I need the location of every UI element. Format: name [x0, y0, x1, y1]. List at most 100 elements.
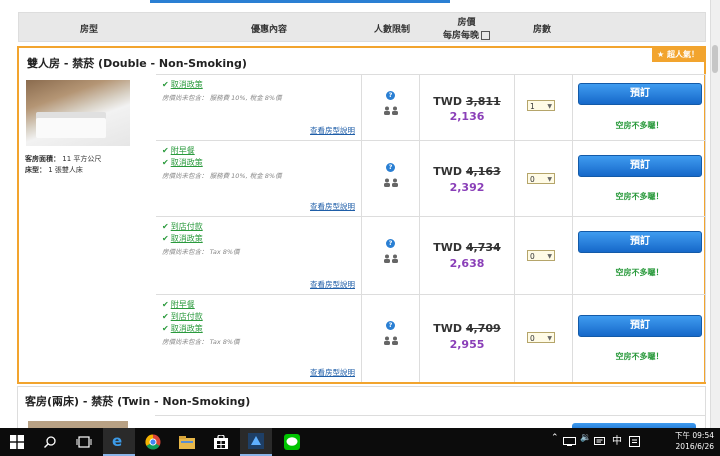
rate-row-4: 附早餐 到店付款 取消政策 房價尚未包含： Tax 8%價 查看房型說明 ? T…: [156, 294, 706, 382]
rate-occupancy: ?: [362, 141, 420, 216]
two-people-icon: [384, 336, 398, 345]
help-icon[interactable]: ?: [386, 321, 395, 330]
store-taskbar-button[interactable]: [205, 428, 237, 456]
cancellation-policy-link[interactable]: 取消政策: [162, 233, 355, 245]
room-details-link[interactable]: 查看房型說明: [310, 279, 355, 290]
pay-at-hotel-link[interactable]: 到店付款: [162, 221, 355, 233]
room-block-twin: 客房(兩床) - 禁菸 (Twin - Non-Smoking): [17, 386, 706, 428]
room-quantity-select[interactable]: 0 ▼: [527, 250, 555, 261]
header-occupancy: 人數限制: [373, 25, 410, 35]
rate-quantity: 1 ▼: [515, 75, 573, 140]
tax-note: 房價尚未包含： 服務費 10%, 稅金 8%價: [162, 172, 282, 180]
room-photo[interactable]: [28, 421, 128, 428]
breakfast-included-link[interactable]: 附早餐: [162, 299, 355, 311]
rate-row-3: 到店付款 取消政策 房價尚未包含： Tax 8%價 查看房型說明 ? TWD 4…: [156, 216, 706, 294]
help-icon[interactable]: ?: [386, 91, 395, 100]
task-view-icon: [76, 436, 92, 448]
pay-at-hotel-link[interactable]: 到店付款: [162, 311, 355, 323]
discounted-price: 2,136: [449, 110, 485, 123]
rate-occupancy: ?: [362, 295, 420, 382]
volume-icon[interactable]: 🔉: [580, 433, 591, 443]
header-rooms: 房數: [532, 25, 551, 35]
app-taskbar-button[interactable]: [240, 428, 272, 456]
room-details-link[interactable]: 查看房型說明: [310, 201, 355, 212]
room-title: 客房(兩床) - 禁菸 (Twin - Non-Smoking): [25, 395, 251, 408]
availability-note: 空房不多囉！: [615, 352, 664, 361]
rate-booking: 預訂 空房不多囉！: [573, 141, 706, 216]
windows-icon: [10, 435, 24, 449]
header-price: 房價 每房每晚: [419, 15, 514, 41]
rate-occupancy: ?: [362, 217, 420, 294]
action-center-icon[interactable]: [629, 436, 640, 447]
rate-quantity: 0 ▼: [515, 217, 573, 294]
room-quantity-select[interactable]: 1 ▼: [527, 100, 555, 111]
availability-note: 空房不多囉！: [615, 121, 664, 130]
rate-benefits: 附早餐 取消政策 房價尚未包含： 服務費 10%, 稅金 8%價 查看房型說明: [156, 141, 362, 216]
help-icon[interactable]: ?: [386, 239, 395, 248]
header-price-line1: 房價: [457, 18, 476, 28]
room-info: 客房面積： 11 平方公尺 床型： 1 張雙人床: [25, 154, 101, 176]
rate-quantity: 0 ▼: [515, 141, 573, 216]
clock-time: 下午 09:54: [675, 431, 714, 440]
app-icon: [248, 433, 264, 449]
original-price-amount: 4,709: [465, 322, 501, 335]
original-price-amount: 4,734: [465, 241, 501, 254]
tax-note: 房價尚未包含： Tax 8%價: [162, 338, 240, 346]
start-button[interactable]: [0, 428, 32, 456]
two-people-icon: [384, 254, 398, 263]
room-details-link[interactable]: 查看房型說明: [310, 367, 355, 378]
book-button[interactable]: 預訂: [578, 83, 702, 105]
file-explorer-taskbar-button[interactable]: [171, 428, 203, 456]
help-icon[interactable]: ?: [386, 163, 395, 172]
active-tab-indicator: [150, 0, 450, 3]
ime-indicator[interactable]: 中: [612, 432, 622, 447]
line-taskbar-button[interactable]: [276, 428, 308, 456]
book-button[interactable]: 預訂: [578, 315, 702, 337]
room-table-header: 房型 優惠內容 人數限制 房價 每房每晚 房數: [18, 12, 706, 42]
tax-note: 房價尚未包含： 服務費 10%, 稅金 8%價: [162, 94, 282, 102]
cancellation-policy-link[interactable]: 取消政策: [162, 79, 355, 91]
availability-note: 空房不多囉！: [615, 268, 664, 277]
notification-icon[interactable]: [594, 437, 605, 447]
rate-price: TWD 3,811 2,136: [420, 75, 515, 140]
book-button[interactable]: 預訂: [578, 231, 702, 253]
rate-row-1: 取消政策 房價尚未包含： 服務費 10%, 稅金 8%價 查看房型說明 ? TW…: [156, 74, 706, 140]
system-clock[interactable]: 下午 09:54 2016/6/26: [675, 430, 714, 452]
chrome-icon: [145, 434, 161, 450]
scrollbar-thumb[interactable]: [712, 45, 718, 73]
chrome-taskbar-button[interactable]: [137, 428, 169, 456]
hotel-booking-page: 房型 優惠內容 人數限制 房價 每房每晚 房數 雙人房 - 禁菸 (Double…: [0, 0, 720, 428]
edge-taskbar-button[interactable]: e: [103, 428, 135, 456]
breakfast-included-link[interactable]: 附早餐: [162, 145, 355, 157]
search-icon: [44, 436, 56, 448]
windows-taskbar: e ⌃ 🔉 中 下午 09:54 2016/6/26: [0, 428, 720, 456]
network-icon[interactable]: [563, 437, 576, 446]
room-block-double: 雙人房 - 禁菸 (Double - Non-Smoking) ★ 超人氣！ 客…: [17, 46, 706, 384]
chevron-down-icon: ▼: [547, 103, 552, 110]
header-price-line2-wrap: 每房每晚: [419, 28, 514, 41]
rate-benefits: 取消政策 房價尚未包含： 服務費 10%, 稅金 8%價 查看房型說明: [156, 75, 362, 140]
book-button[interactable]: 預訂: [578, 155, 702, 177]
search-button[interactable]: [34, 428, 66, 456]
room-quantity-value: 1: [530, 102, 535, 111]
copy-icon: [481, 31, 490, 40]
popular-badge-label: 超人氣！: [667, 50, 699, 59]
original-price: TWD 4,734: [433, 241, 501, 254]
discounted-price: 2,392: [449, 181, 485, 194]
room-details-link[interactable]: 查看房型說明: [310, 125, 355, 136]
rate-price: TWD 4,163 2,392: [420, 141, 515, 216]
cancellation-policy-link[interactable]: 取消政策: [162, 323, 355, 335]
header-room-type: 房型: [79, 25, 98, 35]
rate-row-2: 附早餐 取消政策 房價尚未包含： 服務費 10%, 稅金 8%價 查看房型說明 …: [156, 140, 706, 216]
rate-booking: 預訂 空房不多囉！: [573, 75, 706, 140]
rate-benefits: 附早餐 到店付款 取消政策 房價尚未包含： Tax 8%價 查看房型說明: [156, 295, 362, 382]
bed-type: 床型： 1 張雙人床: [25, 165, 101, 176]
cancellation-policy-link[interactable]: 取消政策: [162, 157, 355, 169]
room-photo[interactable]: [26, 80, 130, 146]
room-quantity-select[interactable]: 0 ▼: [527, 173, 555, 184]
tray-chevron-icon[interactable]: ⌃: [551, 433, 559, 443]
original-price: TWD 4,709: [433, 322, 501, 335]
task-view-button[interactable]: [68, 428, 100, 456]
two-people-icon: [384, 178, 398, 187]
room-quantity-select[interactable]: 0 ▼: [527, 332, 555, 343]
